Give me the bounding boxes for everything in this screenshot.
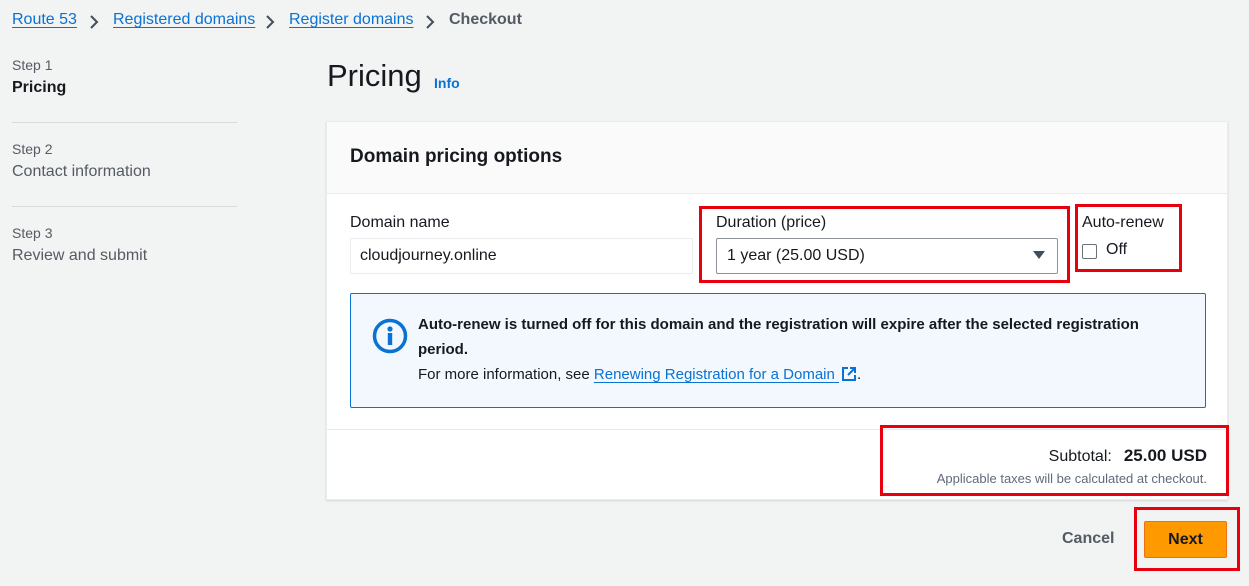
- info-circle-icon: [372, 318, 408, 359]
- breadcrumb-register-domains-link[interactable]: Register domains: [289, 11, 414, 29]
- auto-renew-label: Auto-renew: [1082, 214, 1164, 231]
- breadcrumb-route53-link[interactable]: Route 53: [12, 11, 77, 29]
- step-divider: [12, 206, 237, 207]
- card-title: Domain pricing options: [350, 146, 563, 167]
- caret-down-icon: [1033, 251, 1045, 259]
- step-number: Step 1: [12, 57, 53, 73]
- card-footer-divider: [327, 429, 1227, 430]
- page-title: Pricing: [327, 58, 422, 93]
- alert-message: Auto-renew is turned off for this domain…: [418, 316, 1139, 358]
- duration-select[interactable]: 1 year (25.00 USD): [716, 238, 1058, 274]
- auto-renew-checkbox[interactable]: [1082, 244, 1097, 259]
- step-1[interactable]: Step 1 Pricing: [12, 57, 66, 97]
- subtotal-note: Applicable taxes will be calculated at c…: [936, 471, 1207, 486]
- duration-selected-value: 1 year (25.00 USD): [727, 247, 865, 264]
- external-link-icon: [841, 366, 857, 386]
- renewing-registration-link[interactable]: Renewing Registration for a Domain: [594, 366, 857, 383]
- domain-pricing-card: Domain pricing options Domain name cloud…: [326, 121, 1228, 500]
- step-title: Pricing: [12, 79, 67, 96]
- chevron-right-icon: [88, 14, 100, 35]
- chevron-right-icon: [424, 14, 436, 35]
- alert-more-info-prefix: For more information, see: [418, 366, 590, 383]
- subtotal-row: Subtotal: 25.00 USD: [937, 446, 1207, 466]
- renewing-registration-link-text: Renewing Registration for a Domain: [593, 366, 835, 383]
- chevron-right-icon: [264, 14, 276, 35]
- step-title: Contact information: [12, 163, 151, 180]
- step-divider: [12, 122, 237, 123]
- domain-name-field: cloudjourney.online: [350, 238, 693, 274]
- cancel-button[interactable]: Cancel: [1062, 530, 1114, 548]
- alert-suffix: .: [857, 366, 862, 383]
- domain-name-label: Domain name: [350, 214, 450, 231]
- subtotal-section: Subtotal: 25.00 USD Applicable taxes wil…: [937, 446, 1207, 486]
- auto-renew-state: Off: [1106, 241, 1128, 258]
- info-link[interactable]: Info: [434, 75, 460, 91]
- alert-more-info: For more information, see Renewing Regis…: [418, 366, 861, 386]
- auto-renew-info-alert: Auto-renew is turned off for this domain…: [350, 293, 1206, 408]
- card-header: Domain pricing options: [327, 122, 1227, 194]
- step-number: Step 3: [12, 225, 53, 241]
- step-title: Review and submit: [12, 247, 148, 264]
- step-3: Step 3 Review and submit: [12, 225, 147, 265]
- breadcrumb-current: Checkout: [449, 11, 522, 28]
- breadcrumb-registered-domains-link[interactable]: Registered domains: [113, 11, 255, 29]
- step-2: Step 2 Contact information: [12, 141, 151, 181]
- subtotal-label: Subtotal:: [1048, 448, 1112, 465]
- step-number: Step 2: [12, 141, 53, 157]
- next-button[interactable]: Next: [1144, 521, 1227, 558]
- subtotal-value: 25.00 USD: [1123, 446, 1207, 465]
- duration-label: Duration (price): [716, 214, 827, 231]
